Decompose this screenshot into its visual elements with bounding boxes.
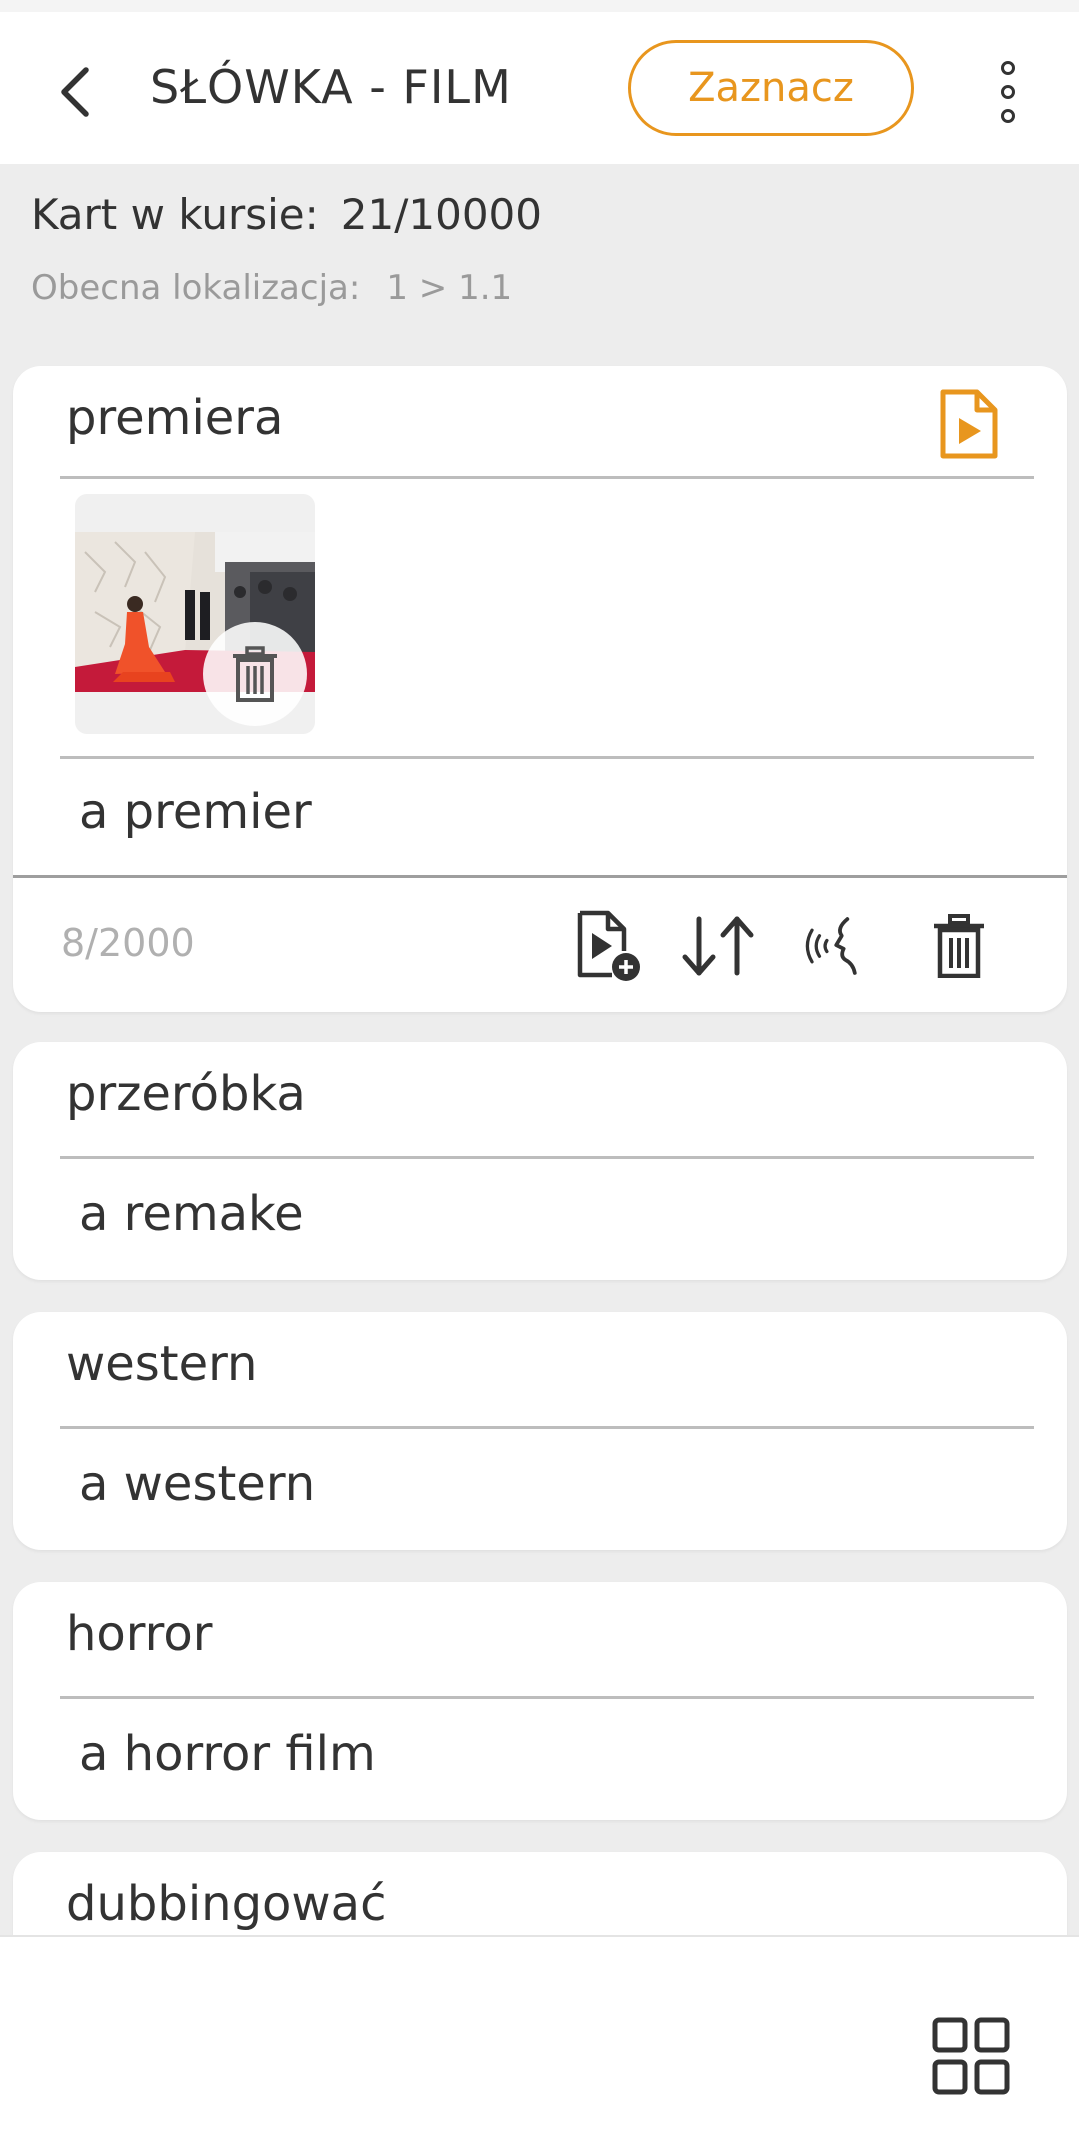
term-divider [60, 1156, 1034, 1159]
back-button[interactable] [40, 56, 112, 128]
screen: SŁÓWKA - FILM Zaznacz Kart w kursie: 21/1… [0, 0, 1079, 2143]
bottom-bar [0, 1935, 1079, 2143]
flashcard-expanded[interactable]: premiera a premier 8/2000 [13, 366, 1067, 1012]
image-divider [60, 756, 1034, 759]
app-header: SŁÓWKA - FILM Zaznacz [0, 12, 1079, 164]
definition-divider [13, 875, 1067, 878]
add-media-button[interactable] [569, 906, 649, 986]
term-divider [60, 476, 1034, 479]
trash-icon [934, 914, 984, 978]
more-vertical-icon [1001, 61, 1015, 75]
grid-view-icon[interactable] [932, 2017, 1010, 2095]
flashcard[interactable]: horror a horror film [13, 1582, 1067, 1820]
video-file-icon[interactable] [937, 388, 1001, 460]
flashcard[interactable]: przeróbka a remake [13, 1042, 1067, 1280]
card-definition[interactable]: a horror film [79, 1726, 376, 1782]
card-term[interactable]: dubbingować [66, 1876, 386, 1932]
swap-button[interactable] [679, 906, 759, 986]
character-counter: 8/2000 [61, 921, 195, 965]
page-title: SŁÓWKA - FILM [150, 60, 512, 114]
card-image[interactable] [75, 494, 315, 734]
cards-count: Kart w kursie: 21/10000 [31, 190, 542, 239]
card-definition[interactable]: a premier [79, 784, 312, 840]
term-divider [60, 1426, 1034, 1429]
flashcard[interactable]: western a western [13, 1312, 1067, 1550]
current-location: Obecna lokalizacja: 1 > 1.1 [31, 268, 513, 308]
more-menu-button[interactable] [984, 56, 1032, 128]
speech-icon [805, 917, 857, 975]
card-term[interactable]: premiera [66, 390, 283, 446]
status-strip [0, 0, 1079, 12]
trash-icon [233, 646, 277, 702]
term-divider [60, 1696, 1034, 1699]
delete-card-button[interactable] [919, 906, 999, 986]
chevron-left-icon [61, 67, 89, 117]
card-term[interactable]: horror [66, 1606, 212, 1662]
card-term[interactable]: western [66, 1336, 257, 1392]
add-media-icon [577, 910, 640, 981]
delete-image-button[interactable] [203, 622, 307, 726]
card-definition[interactable]: a remake [79, 1186, 304, 1242]
card-term[interactable]: przeróbka [66, 1066, 306, 1122]
pronunciation-button[interactable] [799, 906, 879, 986]
card-definition[interactable]: a western [79, 1456, 315, 1512]
select-button[interactable]: Zaznacz [628, 40, 914, 136]
swap-icon [682, 916, 754, 976]
